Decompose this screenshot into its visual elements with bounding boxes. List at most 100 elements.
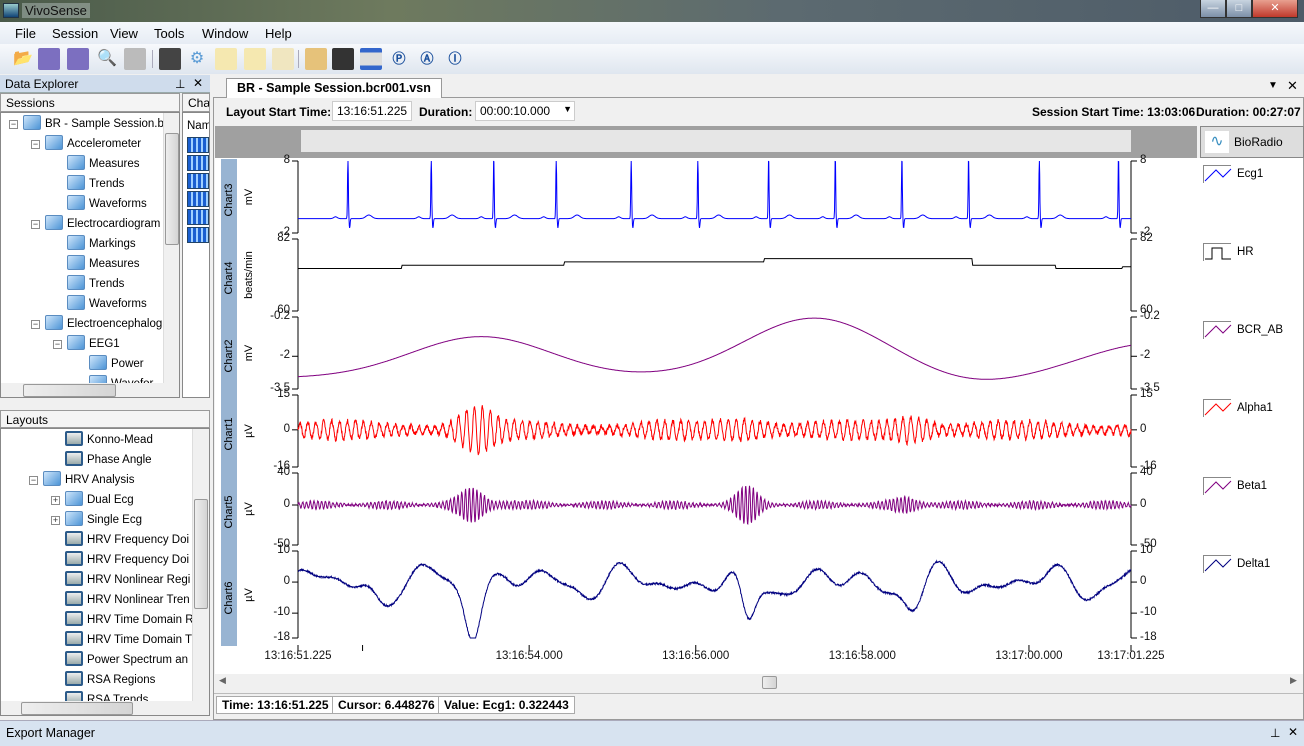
layout-start-time-input[interactable]: 13:16:51.225 [332,101,412,121]
database-icon[interactable] [159,48,181,70]
print-preview-icon[interactable]: 🔍 [96,48,118,70]
notes-icon[interactable] [215,48,237,70]
collapse-icon[interactable]: − [31,220,40,229]
horizontal-scrollbar[interactable] [1,701,209,715]
legend-item[interactable]: HR [1203,243,1254,261]
scroll-left-icon[interactable]: ◀ [219,675,226,686]
waveform-icon[interactable] [187,191,209,207]
scroll-thumb[interactable] [762,676,777,689]
bioradio-button[interactable]: ∿ BioRadio [1200,126,1304,158]
tree-node[interactable]: Accelerometer [45,135,141,153]
tree-node[interactable]: RSA Regions [65,671,155,689]
tree-node[interactable]: Konno-Mead [65,431,153,449]
tree-node[interactable]: Trends [67,175,124,193]
p-marker-icon[interactable]: Ⓟ [388,48,410,70]
pin-icon[interactable]: ⊥ [175,77,185,91]
menu-window[interactable]: Window [202,26,248,41]
chart-area[interactable]: Chart3 mV 8 8 -2 -2 Ecg1 Chart4 beats/min 82 82 60 6… [215,154,1303,674]
collapse-icon[interactable]: − [9,120,18,129]
legend-item[interactable]: Beta1 [1203,477,1267,495]
legend-item[interactable]: BCR_AB [1203,321,1283,339]
chart-label-chart3[interactable]: Chart3 [221,159,237,241]
scroll-thumb[interactable] [23,384,116,397]
layout-bars-icon[interactable] [360,48,382,70]
tree-node[interactable]: Phase Angle [65,451,152,469]
tree-node[interactable]: Dual Ecg [65,491,134,509]
menu-help[interactable]: Help [265,26,292,41]
overview-range[interactable] [301,130,1131,152]
collapse-icon[interactable]: − [31,320,40,329]
tree-node[interactable]: Power Spectrum an [65,651,188,669]
tree-node[interactable]: Measures [67,255,140,273]
chart-label-chart4[interactable]: Chart4 [221,237,237,319]
tab-close-icon[interactable]: ✕ [1287,78,1298,94]
tree-node[interactable]: HRV Frequency Doi [65,551,189,569]
expand-icon[interactable]: + [51,516,60,525]
scroll-thumb[interactable] [21,702,133,715]
import-icon[interactable] [305,48,327,70]
save-icon[interactable] [38,48,60,70]
minimize-button[interactable]: — [1200,0,1226,18]
expand-icon[interactable]: + [51,496,60,505]
chart-label-chart2[interactable]: Chart2 [221,315,237,397]
duration-select[interactable]: 00:00:10.000 ▼ [475,101,575,121]
menu-tools[interactable]: Tools [154,26,184,41]
tree-node[interactable]: Trends [67,275,124,293]
scroll-right-icon[interactable]: ▶ [1290,675,1297,686]
chevron-down-icon[interactable]: ▼ [563,104,572,114]
waveform-icon[interactable] [187,155,209,171]
scroll-thumb[interactable] [194,499,208,609]
legend-item[interactable]: Delta1 [1203,555,1270,573]
tree-node[interactable]: HRV Nonlinear Tren [65,591,190,609]
collapse-icon[interactable]: − [31,140,40,149]
waveform-icon[interactable] [187,227,209,243]
export-icon[interactable] [244,48,266,70]
tab-dropdown-icon[interactable]: ▼ [1268,80,1278,91]
print-icon[interactable] [124,48,146,70]
legend-item[interactable]: Ecg1 [1203,165,1263,183]
time-scrollbar[interactable]: ◀ ▶ [215,674,1303,691]
document-tab[interactable]: BR - Sample Session.bcr001.vsn [226,78,442,98]
collapse-icon[interactable]: − [53,340,62,349]
a-marker-icon[interactable]: Ⓐ [416,48,438,70]
tree-node[interactable]: HRV Time Domain T [65,631,192,649]
tree-node[interactable]: Electroencephalog [45,315,162,333]
tree-node[interactable]: HRV Nonlinear Regi [65,571,190,589]
tree-node[interactable]: HRV Frequency Doi [65,531,189,549]
scroll-thumb[interactable] [165,133,179,245]
tree-node[interactable]: Markings [67,235,136,253]
lock-icon[interactable] [332,48,354,70]
close-icon[interactable]: ✕ [1288,725,1298,739]
tree-node[interactable]: HRV Time Domain R [65,611,194,629]
close-button[interactable]: ✕ [1252,0,1298,18]
waveform-icon[interactable] [187,173,209,189]
menu-file[interactable]: File [15,26,36,41]
maximize-button[interactable]: □ [1226,0,1252,18]
tree-node[interactable]: Single Ecg [65,511,142,529]
chart-label-chart6[interactable]: Chart6 [221,549,237,646]
copy-pages-icon[interactable] [272,48,294,70]
vertical-scrollbar[interactable] [192,429,209,701]
tree-node[interactable]: Measures [67,155,140,173]
i-marker-icon[interactable]: Ⓘ [444,48,466,70]
menu-session[interactable]: Session [52,26,98,41]
waveform-icon[interactable] [187,209,209,225]
open-folder-icon[interactable]: 📂 [12,48,34,70]
tree-node[interactable]: Waveforms [67,195,147,213]
charts-tab[interactable]: Char [182,93,210,112]
waveform-icon[interactable] [187,137,209,153]
settings-gear-icon[interactable]: ⚙ [186,48,208,70]
horizontal-scrollbar[interactable] [1,383,179,397]
legend-item[interactable]: Alpha1 [1203,399,1273,417]
close-icon[interactable]: ✕ [193,76,203,90]
tree-node[interactable]: Power [89,355,144,373]
tree-node[interactable]: HRV Analysis [43,471,134,489]
tree-node[interactable]: EEG1 [67,335,120,353]
chart-label-chart1[interactable]: Chart1 [221,393,237,475]
collapse-icon[interactable]: − [29,476,38,485]
menu-view[interactable]: View [110,26,138,41]
pin-icon[interactable]: ⊥ [1270,726,1280,740]
tree-node[interactable]: Waveforms [67,295,147,313]
vertical-scrollbar[interactable] [163,113,179,383]
tree-node[interactable]: BR - Sample Session.bc [23,115,170,133]
